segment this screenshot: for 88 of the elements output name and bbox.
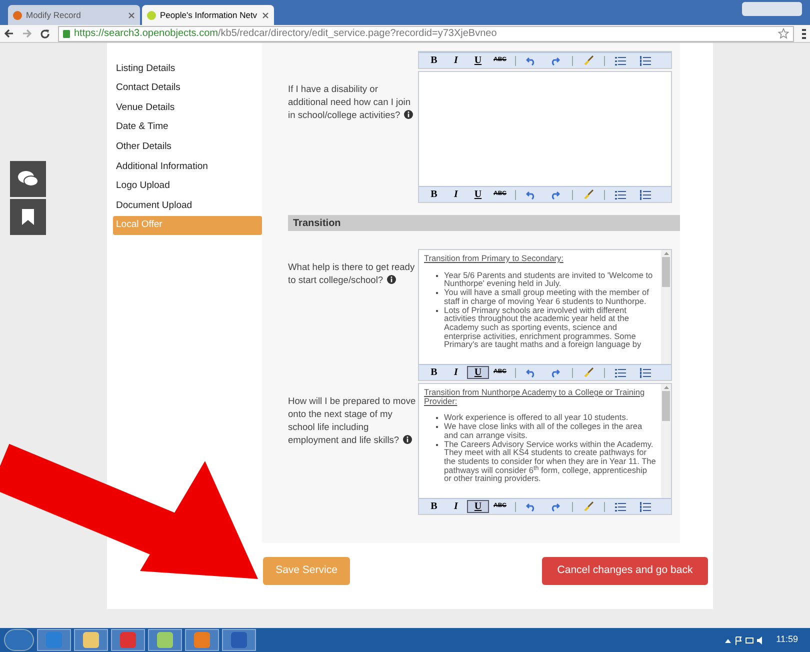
nav-item[interactable]: Date & Time (113, 118, 262, 138)
taskbar-app-icon[interactable] (148, 629, 182, 651)
undo-icon[interactable] (526, 190, 536, 200)
chat-icon[interactable] (10, 161, 46, 197)
tab-title: Modify Record (26, 8, 82, 22)
tab-favicon-icon (147, 10, 156, 20)
tab-title: People's Information Netv (160, 8, 258, 22)
list-item: Year 5/6 Parents and students are invited to 'Welcome to Nunthorpe' evening held in July. (444, 270, 654, 288)
numbered-list-icon[interactable] (640, 56, 651, 66)
bullet-list-icon[interactable] (615, 368, 626, 378)
format-button[interactable]: U (467, 54, 489, 67)
list-item: You will have a small group meeting with the member of staff in charge of moving Year 6 students to Nunthorpe. (444, 288, 650, 306)
nav-item[interactable]: Other Details (113, 137, 262, 157)
field-label: If I have a disability or additional need how can I join in school/college activities? (288, 84, 414, 120)
nav-item[interactable]: Document Upload (113, 196, 262, 216)
back-icon[interactable] (4, 29, 14, 38)
format-button[interactable]: I (445, 500, 467, 513)
close-icon[interactable] (128, 12, 135, 18)
undo-icon[interactable] (526, 502, 536, 512)
menu-icon[interactable] (802, 28, 806, 38)
url-text: https://search3.openobjects.com/kb5/redcar/directory/edit_service.page?recordid=y73XjeBvneo (74, 27, 497, 41)
scroll-up-icon[interactable] (664, 252, 668, 255)
lock-icon (63, 30, 70, 38)
list-item: We have close links with all of the colleges in the area and can arrange visits. (444, 422, 644, 440)
format-button[interactable]: B (423, 54, 445, 67)
rich-text-editor[interactable] (418, 249, 672, 381)
bullet-list-icon[interactable] (615, 502, 626, 512)
brush-icon[interactable] (583, 501, 594, 512)
format-button[interactable]: I (445, 54, 467, 67)
format-button[interactable]: B (423, 188, 445, 201)
format-button[interactable]: I (445, 366, 467, 379)
format-button[interactable]: B (423, 366, 445, 379)
reload-icon[interactable] (40, 28, 50, 38)
redo-icon[interactable] (550, 502, 560, 512)
numbered-list-icon[interactable] (640, 368, 651, 378)
url-field[interactable]: https://search3.openobjects.com/kb5/redcar/directory/edit_service.page?recordid=y73XjeBvneo (58, 26, 794, 42)
info-icon (404, 110, 414, 119)
list-item: The Careers Advisory Service works within the Academy. They meet with all KS4 students to create pathways for the students to consider for when they are in Year 11. The pathways will consider 6$^{th}$ form, college, apprenticeship or other training providers. (444, 440, 656, 484)
forward-icon[interactable] (22, 29, 32, 38)
format-button[interactable]: U (467, 366, 489, 379)
undo-icon[interactable] (526, 368, 536, 378)
list-item: Lots of Primary schools are involved with different activities throughout the academic year held at the Academy such as sporting events, science and enterprise activities, enrichment programmes. Some Primary's are taught maths and a foreign language by (444, 306, 642, 350)
field-label: How will I be prepared to move onto the next stage of my school life including employment and life skills? (288, 396, 416, 445)
format-button[interactable]: B (423, 500, 445, 513)
bullet-list-icon[interactable] (615, 190, 626, 200)
format-button[interactable]: U (467, 500, 489, 513)
nav-item[interactable]: Logo Upload (113, 176, 262, 196)
editor-heading: Transition from Primary to Secondary: (424, 254, 564, 263)
nav-item[interactable]: Venue Details (113, 98, 262, 118)
bookmark-icon[interactable] (10, 199, 46, 235)
nav-item[interactable]: Listing Details (113, 59, 262, 79)
redo-icon[interactable] (550, 190, 560, 200)
browser-tab[interactable]: People's Information Netv (142, 5, 274, 25)
taskbar-app-icon[interactable] (222, 629, 256, 651)
redo-icon[interactable] (550, 368, 560, 378)
rich-text-editor[interactable] (418, 383, 672, 515)
start-button[interactable] (4, 629, 34, 651)
nav-item[interactable]: Additional Information (113, 156, 262, 177)
taskbar-app-icon[interactable] (74, 629, 108, 651)
format-button[interactable]: U (467, 188, 489, 201)
bullet-list-icon[interactable] (615, 56, 626, 66)
cancel-button[interactable]: Cancel changes and go back (542, 557, 708, 585)
brush-icon[interactable] (583, 189, 594, 200)
scrollbar[interactable] (661, 384, 671, 498)
scrollbar[interactable] (661, 250, 671, 364)
info-icon (403, 435, 412, 444)
tab-favicon-icon (13, 10, 22, 20)
numbered-list-icon[interactable] (640, 190, 651, 200)
editor-heading: Transition from Nunthorpe Academy to a College or Training Provider: (424, 388, 646, 406)
section-heading: Transition (288, 215, 680, 231)
numbered-list-icon[interactable] (640, 502, 651, 512)
browser-tab[interactable]: Modify Record (8, 5, 140, 25)
close-icon[interactable] (262, 12, 269, 18)
star-icon[interactable] (778, 28, 789, 39)
scrollbar-thumb[interactable] (662, 257, 670, 287)
info-icon (387, 275, 396, 284)
undo-icon[interactable] (526, 56, 536, 66)
brush-icon[interactable] (583, 367, 594, 378)
scroll-up-icon[interactable] (664, 386, 668, 389)
field-label: What help is there to get ready to start college/school? (288, 262, 415, 285)
clock-time: 11:59 (776, 633, 798, 646)
list-item: Work experience is offered to all year 10 students. (444, 413, 628, 422)
scrollbar-thumb[interactable] (662, 391, 670, 421)
nav-item[interactable]: Contact Details (113, 78, 262, 98)
brush-icon[interactable] (583, 55, 594, 66)
format-button[interactable]: I (445, 188, 467, 201)
redo-icon[interactable] (550, 56, 560, 66)
taskbar-app-icon[interactable] (111, 629, 145, 651)
